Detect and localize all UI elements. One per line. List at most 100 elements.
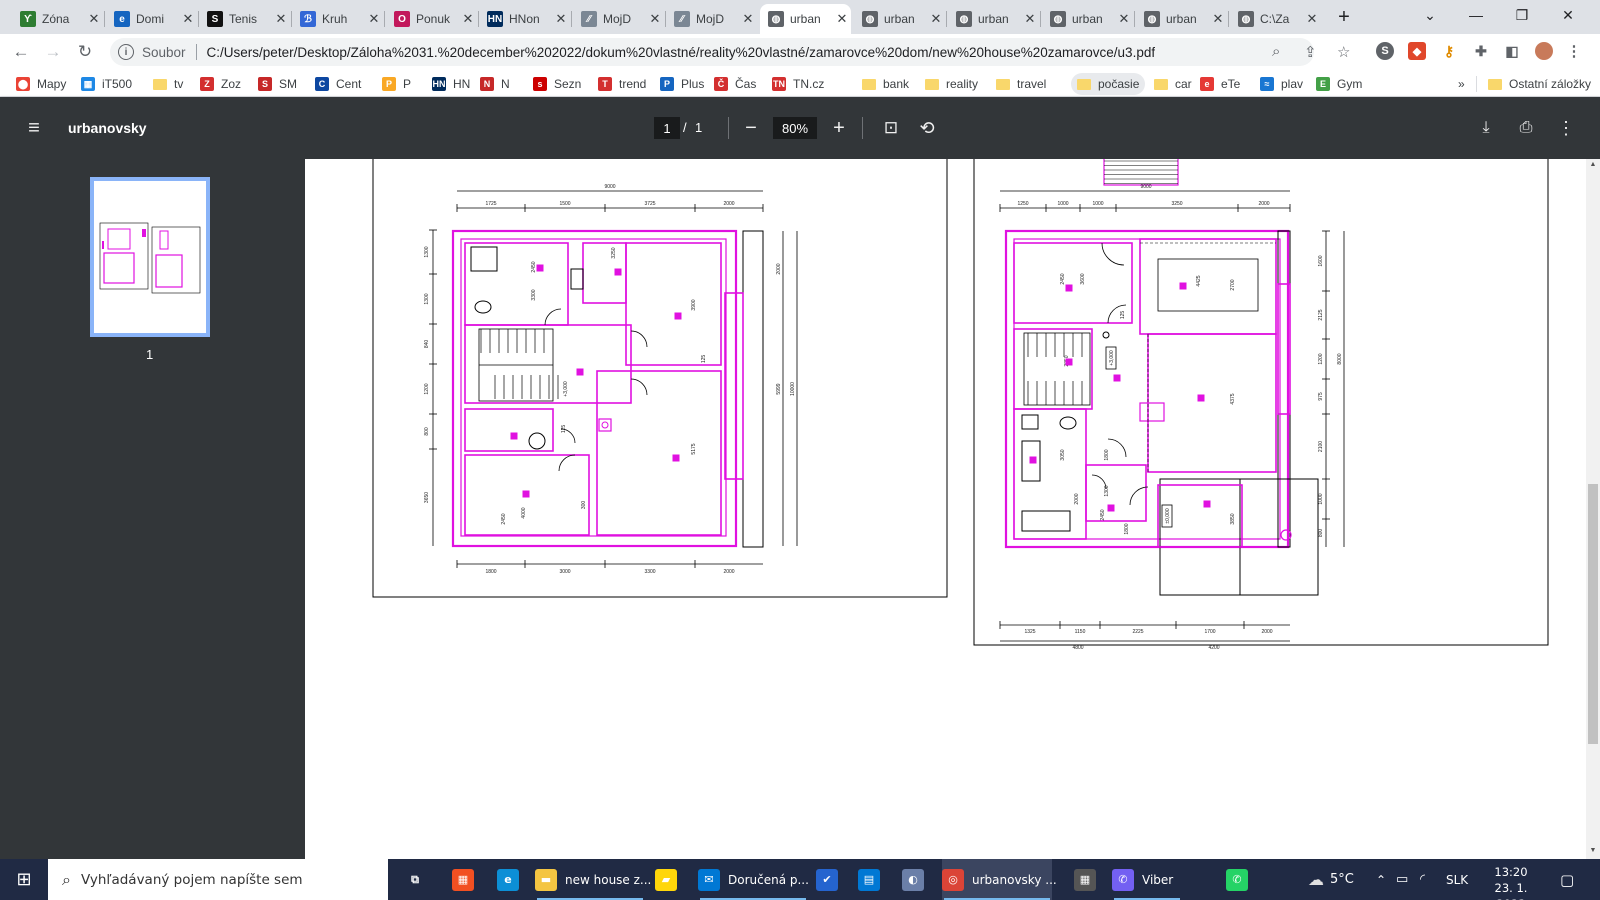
bookmark-zoz[interactable]: Z Zoz (194, 73, 247, 95)
bookmark-tncz[interactable]: TN TN.cz (766, 73, 830, 95)
close-tab-icon[interactable]: ✕ (927, 11, 945, 27)
vertical-scrollbar[interactable]: ▲ ▼ (1586, 159, 1600, 859)
browser-tab[interactable]: e Domi ✕ (106, 4, 197, 34)
browser-tab[interactable]: ℬ Kruh ✕ (292, 4, 383, 34)
taskbar-app[interactable]: ◎ urbanovsky ... (942, 859, 1057, 900)
language-indicator[interactable]: SLK (1446, 859, 1468, 900)
site-info-icon[interactable]: i (118, 44, 134, 60)
taskbar-app[interactable]: ✉ Doručená p... (698, 859, 809, 900)
browser-tab[interactable]: S Tenis ✕ (199, 4, 290, 34)
share-icon[interactable]: ⇪ (1304, 43, 1317, 61)
zoom-out-icon[interactable]: − (740, 117, 762, 139)
download-icon[interactable]: ⤓ (1475, 117, 1497, 139)
bookmarks-overflow-icon[interactable]: » (1452, 73, 1471, 95)
tray-chevron-icon[interactable]: ⌃ (1376, 859, 1386, 900)
bookmark-reality[interactable]: reality (919, 73, 984, 95)
taskbar-app[interactable]: ✆ Viber (1112, 859, 1182, 900)
taskbar-app[interactable]: ▰ (655, 859, 695, 900)
clock[interactable]: 13:20 23. 1. 2023 (1480, 864, 1542, 900)
scroll-up-arrow-icon[interactable]: ▲ (1587, 161, 1599, 169)
bookmark-sm[interactable]: S SM (252, 73, 303, 95)
browser-tab[interactable]: ◍ urban ✕ (854, 4, 945, 34)
close-tab-icon[interactable]: ✕ (1209, 11, 1227, 27)
hamburger-menu-icon[interactable]: ≡ (22, 116, 46, 140)
taskbar-app[interactable]: ▦ (1074, 859, 1114, 900)
windows-start-icon[interactable]: ⊞ (12, 859, 36, 900)
bookmark-car[interactable]: car (1148, 73, 1198, 95)
notifications-icon[interactable]: ▢ (1560, 859, 1574, 900)
bookmark-počasie[interactable]: počasie (1071, 73, 1146, 95)
reload-icon[interactable]: ↻ (73, 40, 97, 64)
zoom-in-icon[interactable]: + (828, 117, 850, 139)
taskbar-app[interactable]: ⧉ (404, 859, 444, 900)
forward-arrow-icon[interactable]: → (41, 40, 65, 64)
print-icon[interactable]: ⎙ (1515, 117, 1537, 139)
close-tab-icon[interactable]: ✕ (179, 11, 197, 27)
minimize-icon[interactable]: — (1453, 0, 1499, 30)
browser-tab[interactable]: O Ponuk ✕ (386, 4, 477, 34)
scrollbar-thumb[interactable] (1588, 484, 1598, 744)
new-tab-plus-icon[interactable]: + (1330, 2, 1358, 32)
taskbar-app[interactable]: ▤ (858, 859, 898, 900)
taskbar-search-box[interactable]: ⌕ Vyhľadávaný pojem napíšte sem (48, 859, 388, 900)
battery-icon[interactable]: ▭ (1396, 859, 1408, 900)
browser-tab[interactable]: ◍ urban ✕ (760, 4, 851, 34)
page-number-input[interactable]: 1 (654, 117, 680, 139)
zoom-icon[interactable]: ⌕ (1272, 43, 1280, 60)
close-window-icon[interactable]: ✕ (1545, 0, 1591, 30)
bookmark-trend[interactable]: Ttrend (592, 73, 652, 95)
shield-extension-icon[interactable]: ◆ (1408, 42, 1426, 60)
bookmark-plus[interactable]: P Plus (654, 73, 710, 95)
close-tab-icon[interactable]: ✕ (365, 11, 383, 27)
address-bar[interactable]: i Soubor C:/Users/peter/Desktop/Záloha%2… (110, 38, 1314, 66)
back-arrow-icon[interactable]: ← (9, 40, 33, 64)
tab-search-dropdown-icon[interactable]: ⌄ (1407, 0, 1453, 30)
bookmark-hn[interactable]: HN HN (426, 73, 476, 95)
browser-tab[interactable]: ⁄⁄ MojD ✕ (573, 4, 664, 34)
more-options-icon[interactable]: ⋮ (1555, 117, 1577, 139)
scroll-down-arrow-icon[interactable]: ▼ (1587, 847, 1599, 855)
close-tab-icon[interactable]: ✕ (1303, 11, 1321, 27)
bookmark-bank[interactable]: bank (856, 73, 915, 95)
taskbar-app[interactable]: e (497, 859, 537, 900)
pdf-viewer[interactable]: 9000 1725 1500 3725 2000 1800 3000 3300 2000 1300… (305, 159, 1586, 859)
close-tab-icon[interactable]: ✕ (272, 11, 290, 27)
page-thumbnail[interactable] (90, 177, 210, 337)
side-panel-icon[interactable]: ◧ (1503, 42, 1521, 60)
bookmark-it500[interactable]: ▦ iT500 (75, 73, 138, 95)
other-bookmarks-folder[interactable]: Ostatní záložky (1482, 73, 1597, 95)
close-tab-icon[interactable]: ✕ (833, 11, 851, 27)
fit-page-icon[interactable]: ⊡ (880, 117, 902, 139)
profile-avatar[interactable] (1535, 42, 1553, 60)
bookmark-plav[interactable]: ≈ plav (1254, 73, 1309, 95)
browser-tab[interactable]: ⁄⁄ MojD ✕ (666, 4, 757, 34)
bookmark-čas[interactable]: Č Čas (708, 73, 762, 95)
close-tab-icon[interactable]: ✕ (85, 11, 103, 27)
close-tab-icon[interactable]: ✕ (1115, 11, 1133, 27)
close-tab-icon[interactable]: ✕ (646, 11, 664, 27)
browser-tab[interactable]: ◍ urban ✕ (1136, 4, 1227, 34)
taskbar-app[interactable]: ◐ (902, 859, 942, 900)
close-tab-icon[interactable]: ✕ (552, 11, 570, 27)
bookmark-n[interactable]: NN (474, 73, 516, 95)
bookmark-travel[interactable]: travel (990, 73, 1052, 95)
browser-tab[interactable]: ◍ urban ✕ (1042, 4, 1133, 34)
bookmark-cent[interactable]: C Cent (309, 73, 367, 95)
bookmark-tv[interactable]: tv (147, 73, 189, 95)
bookmark-star-icon[interactable]: ☆ (1337, 43, 1350, 61)
taskbar-app[interactable]: ▦ (452, 859, 492, 900)
zoom-input[interactable]: 80% (773, 117, 817, 139)
restore-icon[interactable]: ❐ (1499, 0, 1545, 30)
bookmark-gym[interactable]: E Gym (1310, 73, 1368, 95)
bookmark-ete[interactable]: e eTe (1194, 73, 1246, 95)
address-url[interactable]: C:/Users/peter/Desktop/Záloha%2031.%20de… (207, 45, 1156, 60)
skype-extension-icon[interactable]: S (1376, 42, 1394, 60)
weather-temperature[interactable]: 5°C (1330, 859, 1354, 900)
close-tab-icon[interactable]: ✕ (1021, 11, 1039, 27)
taskbar-app[interactable]: ✆ (1226, 859, 1266, 900)
chrome-menu-icon[interactable]: ⋮ (1565, 42, 1583, 60)
key-extension-icon[interactable]: ⚷ (1440, 42, 1458, 60)
bookmark-sezn[interactable]: s Sezn (527, 73, 587, 95)
puzzle-extensions-icon[interactable]: ✚ (1472, 42, 1490, 60)
bookmark-mapy[interactable]: ⬤ Mapy (10, 73, 72, 95)
